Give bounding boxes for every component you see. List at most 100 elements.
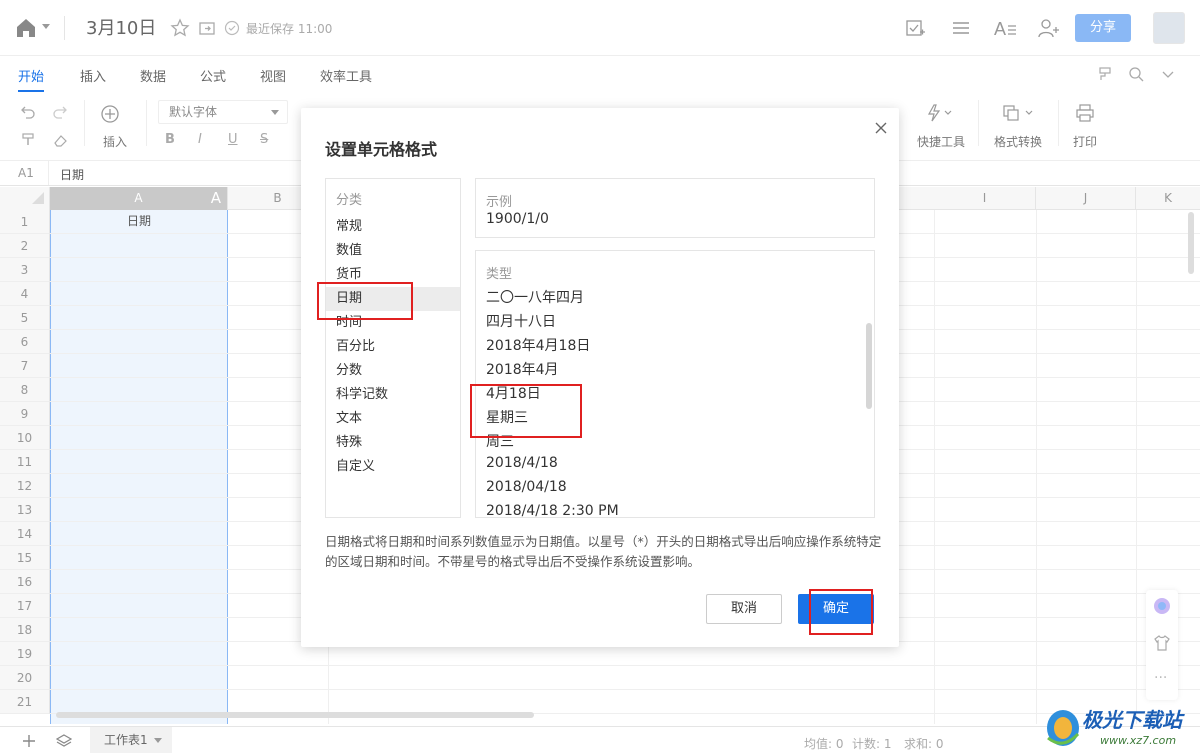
print-icon[interactable]: [1075, 104, 1095, 122]
row-header[interactable]: 18: [0, 618, 50, 642]
plus-circle-icon[interactable]: [100, 104, 120, 124]
font-family-select[interactable]: 默认字体: [158, 100, 288, 124]
row-header[interactable]: 12: [0, 474, 50, 498]
divider: [64, 16, 65, 40]
format-convert-icon[interactable]: [1002, 104, 1034, 122]
document-title[interactable]: 3月10日: [86, 14, 156, 40]
eraser-icon[interactable]: [52, 132, 68, 148]
row-header[interactable]: 19: [0, 642, 50, 666]
chevron-down-icon[interactable]: [154, 738, 162, 743]
row-header[interactable]: 11: [0, 450, 50, 474]
category-number[interactable]: 数值: [326, 239, 460, 263]
print-label[interactable]: 打印: [1073, 133, 1097, 150]
selected-column-a[interactable]: [50, 210, 228, 724]
row-header[interactable]: 6: [0, 330, 50, 354]
ai-assistant-icon[interactable]: [1153, 597, 1171, 615]
undo-icon[interactable]: [20, 104, 36, 120]
row-header[interactable]: 15: [0, 546, 50, 570]
category-scientific[interactable]: 科学记数: [326, 383, 460, 407]
quick-tools-label[interactable]: 快捷工具: [917, 133, 965, 150]
category-custom[interactable]: 自定义: [326, 455, 460, 479]
svg-text:A: A: [994, 19, 1006, 38]
font-size-icon[interactable]: A: [994, 18, 1018, 38]
divider: [48, 161, 49, 185]
add-user-icon[interactable]: [1038, 18, 1060, 38]
category-text[interactable]: 文本: [326, 407, 460, 431]
tab-home[interactable]: 开始: [18, 66, 44, 85]
category-percentage[interactable]: 百分比: [326, 335, 460, 359]
watermark-brand: 极光下载站: [1082, 708, 1182, 732]
type-option[interactable]: 2018年4月: [486, 359, 559, 379]
type-option[interactable]: 2018年4月18日: [486, 335, 590, 355]
format-painter-icon[interactable]: [1096, 66, 1112, 82]
cell-reference[interactable]: A1: [18, 166, 34, 180]
search-icon[interactable]: [1128, 66, 1144, 82]
chevron-down-icon[interactable]: [1160, 66, 1176, 82]
tab-view[interactable]: 视图: [260, 66, 286, 85]
row-header[interactable]: 2: [0, 234, 50, 258]
type-option[interactable]: 四月十八日: [486, 311, 556, 331]
column-header-i[interactable]: I: [934, 187, 1036, 210]
share-button[interactable]: 分享: [1075, 14, 1131, 42]
horizontal-scrollbar[interactable]: [56, 712, 534, 718]
row-header[interactable]: 4: [0, 282, 50, 306]
star-icon[interactable]: [170, 18, 190, 38]
tab-insert[interactable]: 插入: [80, 66, 106, 85]
underline-button[interactable]: U: [228, 132, 238, 147]
category-special[interactable]: 特殊: [326, 431, 460, 455]
tab-formula[interactable]: 公式: [200, 66, 226, 85]
column-header-j[interactable]: J: [1036, 187, 1136, 210]
tab-efficiency-tools[interactable]: 效率工具: [320, 66, 372, 85]
checklist-icon[interactable]: [905, 18, 925, 38]
redo-icon[interactable]: [52, 104, 68, 120]
home-icon[interactable]: [14, 16, 38, 40]
shirt-icon[interactable]: [1153, 634, 1171, 652]
strikethrough-button[interactable]: S: [260, 132, 268, 147]
lightning-icon[interactable]: [926, 104, 952, 122]
type-option[interactable]: 二〇一八年四月: [486, 287, 584, 307]
type-option[interactable]: 2018/04/18: [486, 479, 567, 495]
row-header[interactable]: 8: [0, 378, 50, 402]
more-icon[interactable]: ···: [1154, 670, 1167, 686]
format-painter-icon[interactable]: [20, 132, 36, 148]
close-icon[interactable]: [873, 120, 889, 136]
formula-input[interactable]: 日期: [60, 166, 84, 183]
cell-a1[interactable]: 日期: [50, 212, 228, 229]
type-option[interactable]: 2018/4/18: [486, 455, 558, 471]
column-header-a[interactable]: AA: [50, 187, 228, 210]
vertical-scrollbar[interactable]: [1188, 212, 1194, 274]
format-convert-label[interactable]: 格式转换: [994, 133, 1042, 150]
row-header[interactable]: 21: [0, 690, 50, 714]
column-header-k[interactable]: K: [1136, 187, 1200, 210]
move-icon[interactable]: [197, 18, 217, 38]
tab-data[interactable]: 数据: [140, 66, 166, 85]
cancel-button[interactable]: 取消: [706, 594, 782, 624]
avatar[interactable]: [1153, 12, 1185, 44]
insert-label[interactable]: 插入: [103, 133, 127, 150]
chevron-down-icon[interactable]: [42, 24, 50, 29]
column-filter-marker[interactable]: A: [211, 187, 221, 210]
category-general[interactable]: 常规: [326, 215, 460, 239]
row-header[interactable]: 1: [0, 210, 50, 234]
type-list-scrollbar[interactable]: [866, 323, 872, 409]
menu-icon[interactable]: [951, 18, 971, 38]
italic-button[interactable]: I: [198, 132, 202, 147]
divider: [146, 100, 147, 146]
row-header[interactable]: 20: [0, 666, 50, 690]
row-header[interactable]: 17: [0, 594, 50, 618]
bold-button[interactable]: B: [165, 132, 175, 147]
row-header[interactable]: 7: [0, 354, 50, 378]
row-header[interactable]: 14: [0, 522, 50, 546]
row-header[interactable]: 3: [0, 258, 50, 282]
row-header[interactable]: 9: [0, 402, 50, 426]
add-sheet-icon[interactable]: [22, 734, 36, 748]
row-header[interactable]: 10: [0, 426, 50, 450]
grid-line: [50, 689, 1200, 690]
row-header[interactable]: 16: [0, 570, 50, 594]
row-header[interactable]: 5: [0, 306, 50, 330]
category-fraction[interactable]: 分数: [326, 359, 460, 383]
type-option[interactable]: 2018/4/18 2:30 PM: [486, 503, 619, 517]
sheet-tab[interactable]: 工作表1: [90, 727, 172, 753]
layers-icon[interactable]: [56, 733, 72, 749]
row-header[interactable]: 13: [0, 498, 50, 522]
